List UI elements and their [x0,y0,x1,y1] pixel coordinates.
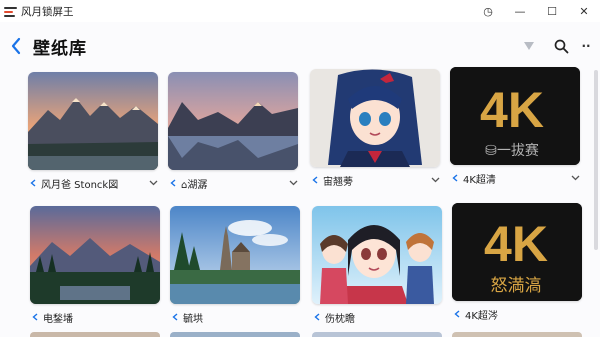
wallpaper-title: 4K超清 [463,174,496,186]
wallpaper-thumbnail[interactable] [170,206,300,304]
header-actions: ·· [518,28,600,64]
wallpaper-card[interactable]: 电鍫墦 [30,206,162,325]
wallpaper-thumbnail[interactable] [168,72,298,170]
wallpaper-card[interactable]: 毓垬 [170,206,302,325]
badge-4k-text: 4K [480,82,544,138]
wallpaper-caption: 宙翘蒡 [310,173,442,188]
wallpaper-caption: 4K超涔 [452,307,584,322]
chevron-down-icon[interactable] [571,175,580,181]
wallpaper-thumbnail[interactable]: 4K 怒満滈 [452,203,582,301]
chevron-down-icon[interactable] [149,180,158,186]
chevron-down-icon[interactable] [289,180,298,186]
wallpaper-thumbnail[interactable] [310,69,440,167]
app-logo-icon [4,6,17,17]
wallpaper-caption: 毓垬 [170,310,302,325]
filter-button[interactable] [518,35,540,57]
badge-4k-text: 4K [484,216,548,272]
wallpaper-caption: 4K超清 [450,171,582,186]
search-icon [554,39,568,53]
window-controls: ◷ — ☐ ✕ [472,0,600,22]
wallpaper-thumbnail-partial[interactable] [452,332,582,337]
more-options-button[interactable]: ·· [576,35,596,57]
chevron-left-icon[interactable] [30,179,36,187]
wallpaper-title: 伤枕瞻 [325,313,355,325]
page-header: 壁纸库 ·· [0,28,600,64]
wallpaper-card[interactable]: 4K 怒満滈 4K超涔 [452,203,584,322]
history-icon[interactable]: ◷ [472,0,504,22]
search-button[interactable] [550,35,572,57]
chevron-left-icon[interactable] [452,174,458,182]
wallpaper-caption: 伤枕瞻 [312,310,444,325]
wallpaper-thumbnail[interactable] [312,206,442,304]
title-bar: 风月锁屏王 ◷ — ☐ ✕ [0,0,600,22]
wallpaper-thumbnail[interactable]: 4K ⛁一拔赛 [450,67,580,165]
badge-sub-text: ⛁一拔赛 [485,143,539,159]
chevron-down-icon[interactable] [431,177,440,183]
page-title: 壁纸库 [33,38,87,59]
back-button[interactable] [4,31,28,61]
wallpaper-thumbnail[interactable] [30,206,160,304]
maximize-button[interactable]: ☐ [536,0,568,22]
wallpaper-thumbnail[interactable] [28,72,158,170]
wallpaper-caption: ⌂湖潺 [168,176,300,191]
chevron-left-icon[interactable] [170,179,176,187]
wallpaper-card[interactable]: ⌂湖潺 [168,72,300,191]
badge-sub-text: 怒満滈 [491,276,542,296]
chevron-left-icon[interactable] [454,310,460,318]
chevron-left-icon [11,37,21,55]
wallpaper-thumbnail-partial[interactable] [30,332,160,337]
chevron-left-icon[interactable] [172,313,178,321]
wallpaper-thumbnail-partial[interactable] [312,332,442,337]
vertical-scrollbar[interactable] [594,70,598,250]
chevron-left-icon[interactable] [312,176,318,184]
wallpaper-title: 毓垬 [183,313,203,325]
app-window: 风月锁屏王 ◷ — ☐ ✕ 壁纸库 ·· 风月爸 Stonck図 ⌂湖潺 宙翘蒡… [0,0,600,337]
wallpaper-card[interactable]: 宙翘蒡 [310,69,442,188]
app-title: 风月锁屏王 [21,5,74,18]
filter-icon [524,42,534,50]
chevron-left-icon[interactable] [32,313,38,321]
wallpaper-title: 宙翘蒡 [323,176,353,188]
wallpaper-caption: 电鍫墦 [30,310,162,325]
minimize-button[interactable]: — [504,0,536,22]
wallpaper-card[interactable]: 伤枕瞻 [312,206,444,325]
wallpaper-thumbnail-partial[interactable] [170,332,300,337]
wallpaper-card[interactable]: 风月爸 Stonck図 [28,72,160,191]
wallpaper-title: 电鍫墦 [43,313,73,325]
wallpaper-title: ⌂湖潺 [181,179,208,191]
wallpaper-caption: 风月爸 Stonck図 [28,176,160,191]
wallpaper-title: 4K超涔 [465,310,498,322]
wallpaper-title: 风月爸 Stonck図 [41,179,119,191]
wallpaper-card[interactable]: 4K ⛁一拔赛 4K超清 [450,67,582,186]
chevron-left-icon[interactable] [314,313,320,321]
close-button[interactable]: ✕ [568,0,600,22]
